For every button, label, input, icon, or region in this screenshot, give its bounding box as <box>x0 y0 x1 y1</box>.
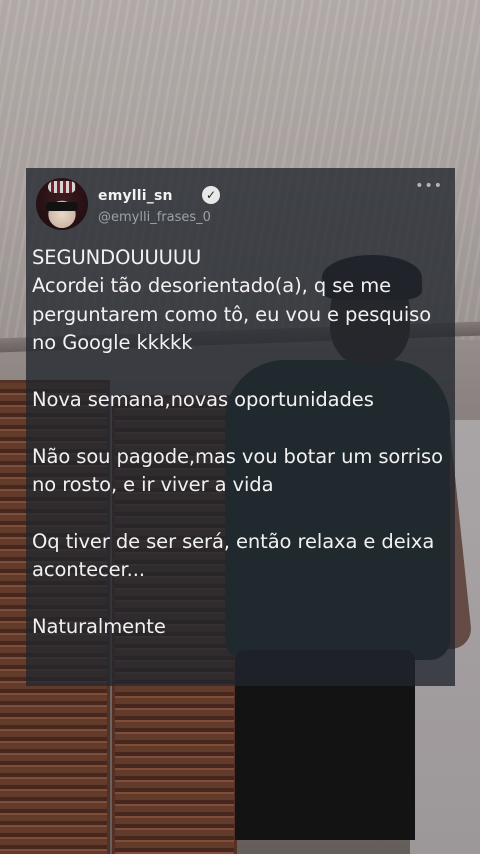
tweet-card[interactable]: emylli_sn ✓ @emylli_frases_0 ••• SEGUNDO… <box>26 168 455 686</box>
tweet-paragraph: Naturalmente <box>32 615 166 639</box>
tweet-text: SEGUNDOUUUUU Acordei tão desorientado(a)… <box>32 244 446 642</box>
tweet-paragraph: Não sou pagode,mas vou botar um sorriso … <box>32 444 443 497</box>
tweet-paragraph: Oq tiver de ser será, então relaxa e dei… <box>32 530 435 582</box>
background-photo: emylli_sn ✓ @emylli_frases_0 ••• SEGUNDO… <box>0 0 480 854</box>
avatar-glasses <box>46 202 78 211</box>
avatar-bow <box>48 181 76 193</box>
display-name[interactable]: emylli_sn <box>98 188 173 204</box>
tweet-header: emylli_sn ✓ @emylli_frases_0 ••• <box>32 178 449 234</box>
more-dots-icon[interactable]: ••• <box>415 178 443 194</box>
tweet-paragraph: Nova semana,novas oportunidades <box>32 388 374 412</box>
verified-check-icon: ✓ <box>202 186 220 204</box>
handle[interactable]: @emylli_frases_0 <box>98 210 211 225</box>
tweet-paragraph: SEGUNDOUUUUU Acordei tão desorientado(a)… <box>32 246 432 355</box>
avatar[interactable] <box>36 178 88 230</box>
